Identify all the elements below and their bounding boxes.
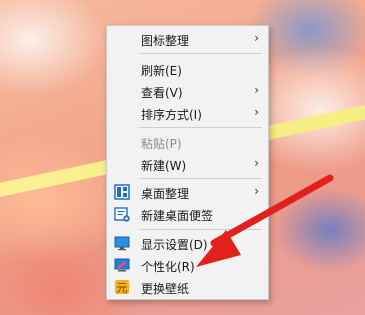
- red-pointer-arrow: [196, 174, 334, 267]
